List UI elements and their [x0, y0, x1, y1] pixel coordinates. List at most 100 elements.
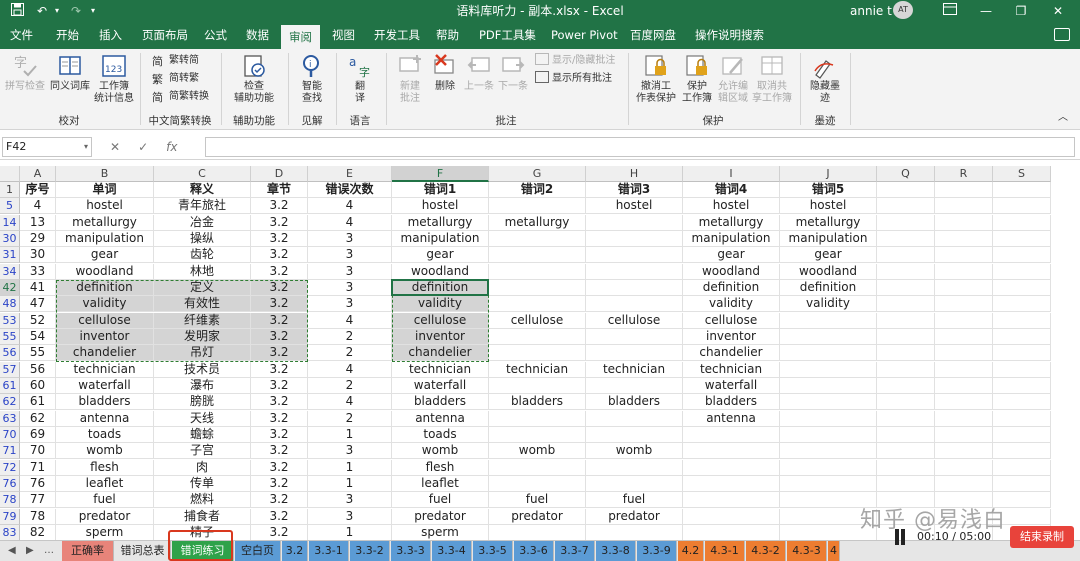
cell[interactable]: cellulose [683, 312, 780, 329]
cell[interactable]: 肉 [154, 459, 251, 476]
cell[interactable] [683, 475, 780, 492]
cell[interactable]: 3.2 [251, 508, 308, 525]
cell[interactable]: 纤维素 [154, 312, 251, 329]
sheet-tab[interactable]: 4 [828, 541, 840, 561]
enter-icon[interactable]: ✓ [138, 140, 148, 154]
cell[interactable]: validity [780, 296, 877, 313]
cell[interactable]: 47 [20, 296, 56, 313]
cell[interactable]: fuel [392, 492, 489, 509]
cell[interactable]: chandelier [392, 345, 489, 362]
cell[interactable] [993, 394, 1051, 411]
cell[interactable] [993, 312, 1051, 329]
cell[interactable] [683, 524, 780, 540]
row-header[interactable]: 63 [0, 410, 20, 427]
next-sheet-icon[interactable]: ▶ [26, 541, 34, 561]
sheet-tab[interactable]: 3.3-1 [309, 541, 349, 561]
cell[interactable] [586, 263, 683, 280]
cell[interactable]: 33 [20, 263, 56, 280]
cell[interactable] [877, 361, 935, 378]
cell[interactable]: 3 [308, 508, 392, 525]
cell[interactable]: bladders [56, 394, 154, 411]
cell[interactable]: metallurgy [392, 214, 489, 231]
tab-data[interactable]: 数据 [238, 22, 277, 49]
cell[interactable]: 4 [308, 214, 392, 231]
cell[interactable] [993, 214, 1051, 231]
sheet-tab[interactable]: 3.3-6 [514, 541, 554, 561]
cell[interactable] [993, 426, 1051, 443]
cell[interactable] [586, 410, 683, 427]
cell[interactable]: validity [683, 296, 780, 313]
cell[interactable] [780, 394, 877, 411]
show-all-comments-button[interactable]: 显示所有批注 [535, 70, 612, 88]
cell[interactable]: 55 [20, 345, 56, 362]
cell[interactable] [877, 475, 935, 492]
sheet-tab[interactable]: 3.3-9 [637, 541, 677, 561]
cell[interactable]: 29 [20, 230, 56, 247]
cell[interactable] [683, 492, 780, 509]
sheet-tab[interactable]: 正确率 [62, 541, 114, 561]
cell[interactable] [877, 328, 935, 345]
header-cell[interactable]: 错词2 [489, 182, 586, 198]
cell[interactable] [935, 361, 993, 378]
cell[interactable]: 定义 [154, 279, 251, 296]
translate-button[interactable]: a字 翻译 [340, 53, 380, 105]
cell[interactable]: 3 [308, 230, 392, 247]
header-cell[interactable]: 错词5 [780, 182, 877, 198]
cell[interactable]: manipulation [56, 230, 154, 247]
next-comment-button[interactable]: 下一条 [496, 53, 530, 93]
cell[interactable] [935, 198, 993, 215]
header-cell[interactable]: 单词 [56, 182, 154, 198]
cell[interactable]: gear [780, 247, 877, 264]
tab-file[interactable]: 文件 [2, 22, 41, 49]
pause-icon[interactable] [893, 529, 907, 545]
column-header-a[interactable]: A [20, 166, 56, 182]
cell[interactable]: metallurgy [780, 214, 877, 231]
cell[interactable]: 60 [20, 377, 56, 394]
cell[interactable] [993, 182, 1051, 198]
cell[interactable] [877, 230, 935, 247]
cell[interactable]: 69 [20, 426, 56, 443]
cell[interactable] [780, 426, 877, 443]
workbook-statistics-button[interactable]: 123 工作簿 统计信息 [92, 53, 136, 105]
cell[interactable]: woodland [56, 263, 154, 280]
comments-pane-icon[interactable] [1054, 28, 1070, 41]
cell[interactable] [993, 263, 1051, 280]
cell[interactable] [935, 328, 993, 345]
cell[interactable]: cellulose [392, 312, 489, 329]
cell[interactable]: 13 [20, 214, 56, 231]
name-box[interactable]: F42 ▾ [2, 137, 92, 157]
cell[interactable]: 操纵 [154, 230, 251, 247]
cell[interactable] [877, 263, 935, 280]
cell[interactable] [877, 443, 935, 460]
cell[interactable] [877, 312, 935, 329]
cell[interactable] [489, 247, 586, 264]
header-cell[interactable]: 错词1 [392, 182, 489, 198]
cell[interactable]: chandelier [56, 345, 154, 362]
cell[interactable] [993, 296, 1051, 313]
cell[interactable] [935, 214, 993, 231]
cell[interactable]: leaflet [56, 475, 154, 492]
cell[interactable]: fuel [586, 492, 683, 509]
cell[interactable]: predator [489, 508, 586, 525]
tab-home[interactable]: 开始 [48, 22, 87, 49]
tell-me-search[interactable]: 操作说明搜索 [695, 22, 764, 49]
cell[interactable]: 3.2 [251, 263, 308, 280]
cell[interactable] [586, 345, 683, 362]
cell[interactable]: inventor [56, 328, 154, 345]
cell[interactable]: definition [392, 279, 489, 296]
cell[interactable] [780, 443, 877, 460]
cell[interactable] [993, 247, 1051, 264]
cell[interactable]: 3.2 [251, 410, 308, 427]
cell[interactable]: 3.2 [251, 443, 308, 460]
cell[interactable]: 71 [20, 459, 56, 476]
sheet-tab[interactable]: 错词总表 [115, 541, 171, 561]
cancel-icon[interactable]: ✕ [110, 140, 120, 154]
header-cell[interactable]: 错词4 [683, 182, 780, 198]
cell[interactable] [489, 475, 586, 492]
cell[interactable]: 4 [20, 198, 56, 215]
tab-developer[interactable]: 开发工具 [366, 22, 428, 49]
cell[interactable]: 4 [308, 312, 392, 329]
cell[interactable] [489, 279, 586, 296]
cell[interactable] [935, 247, 993, 264]
cell[interactable]: 吊灯 [154, 345, 251, 362]
